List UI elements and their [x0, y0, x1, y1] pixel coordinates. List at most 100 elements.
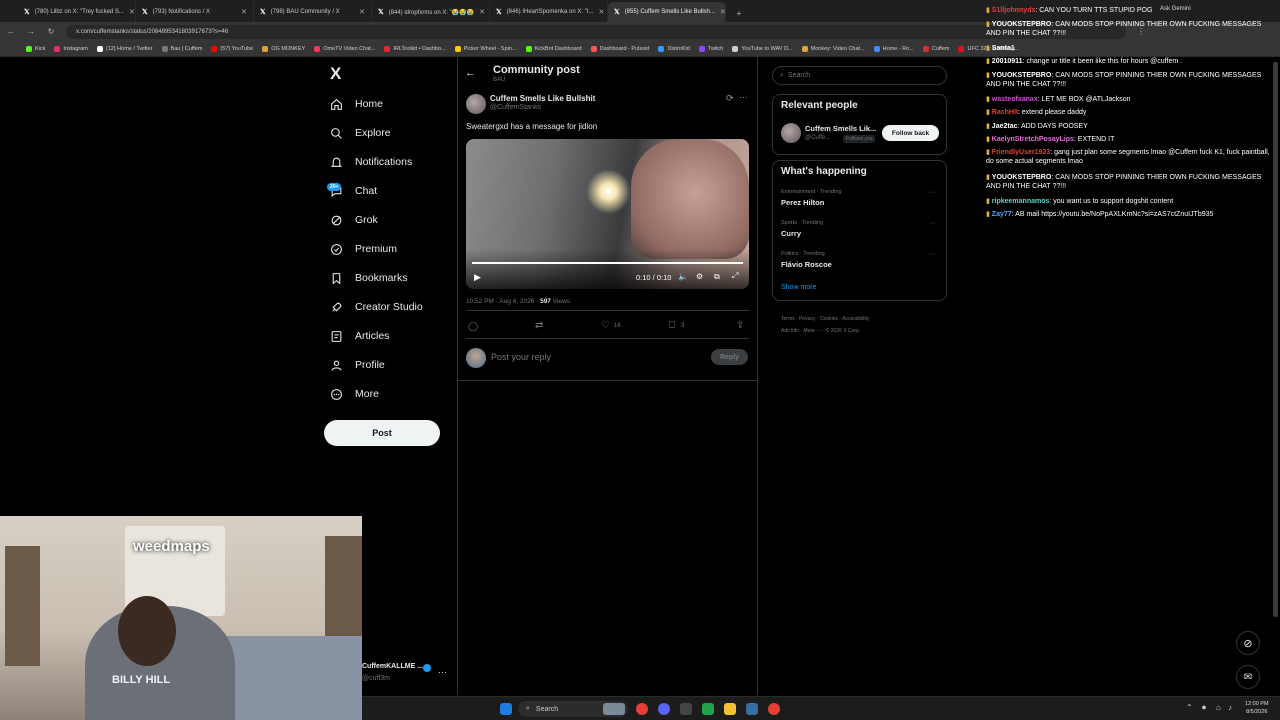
chat-username[interactable]: YOUOKSTEPBRO — [992, 21, 1052, 28]
avatar[interactable] — [466, 94, 486, 114]
bookmark-item[interactable]: IRLToolkit • Dashbo... — [384, 45, 446, 52]
discord-icon[interactable] — [658, 703, 670, 715]
chat-username[interactable]: 20010911 — [992, 58, 1023, 65]
close-icon[interactable]: ✕ — [129, 8, 135, 16]
show-more-link[interactable]: Show more — [781, 284, 816, 291]
nav-home[interactable]: Home — [329, 97, 383, 111]
community-name[interactable]: BAU — [493, 77, 505, 83]
browser-tab[interactable]: 𝕏 (780) Lilbz on X: "Trey fucked S... ✕ — [18, 2, 136, 22]
chrome-icon[interactable] — [768, 703, 780, 715]
forward-icon[interactable]: → — [26, 27, 36, 36]
back-icon[interactable]: ← — [6, 27, 16, 36]
browser-tab[interactable]: 𝕏 (798) BAU Community / X ✕ — [254, 2, 372, 22]
bookmark-item[interactable]: Home - Ro... — [873, 45, 914, 52]
video-player[interactable]: ▶ 0:10 / 0:10 🔈 ⚙ ⧉ ⤢ — [466, 139, 749, 289]
close-icon[interactable]: ✕ — [241, 8, 247, 16]
bookmark-item[interactable]: (12) Home / Twitter — [96, 45, 153, 52]
chrome-icon[interactable] — [636, 703, 648, 715]
close-icon[interactable]: ✕ — [359, 8, 365, 16]
network-icon[interactable]: ⌂ — [1216, 703, 1221, 712]
nav-grok[interactable]: Grok — [329, 213, 378, 227]
nav-creator-studio[interactable]: Creator Studio — [329, 300, 423, 314]
reply-button[interactable]: Reply — [711, 349, 748, 365]
clock[interactable]: 12:00 PM 8/5/2026 — [1245, 700, 1269, 716]
app-icon[interactable] — [680, 703, 692, 715]
reload-icon[interactable]: ↻ — [46, 27, 56, 36]
browser-tab[interactable]: 𝕏 (793) Notifications / X ✕ — [136, 2, 254, 22]
nav-premium[interactable]: Premium — [329, 242, 397, 256]
relevant-name[interactable]: Cuffem Smells Lik... — [805, 124, 876, 133]
back-arrow-icon[interactable]: ← — [465, 67, 476, 79]
video-track[interactable] — [472, 262, 743, 264]
settings-icon[interactable]: ⚙ — [696, 272, 703, 281]
chat-username[interactable]: Jae2tac — [992, 123, 1018, 130]
chat-username[interactable]: Santa1 — [992, 45, 1015, 52]
bookmark-item[interactable]: Twitch — [698, 45, 723, 52]
bookmark-item[interactable]: YouTube to WAV D... — [732, 45, 793, 52]
messages-float-icon[interactable]: ✉ — [1236, 665, 1260, 689]
account-menu-icon[interactable]: ··· — [438, 667, 447, 677]
trend-name[interactable]: Curry — [781, 229, 801, 238]
close-icon[interactable]: ✕ — [598, 8, 604, 16]
app-icon[interactable] — [702, 703, 714, 715]
new-tab-icon[interactable]: + — [734, 9, 744, 18]
bookmark-item[interactable]: DistroKid — [658, 45, 690, 52]
grok-explain-icon[interactable]: ⟳ — [726, 93, 734, 104]
bookmark-icon[interactable]: ⎕ — [669, 320, 675, 331]
post-more-icon[interactable]: ··· — [739, 92, 748, 102]
repost-icon[interactable]: ⇄ — [535, 320, 543, 331]
bookmark-item[interactable]: Picker Wheel - Spin... — [454, 45, 517, 52]
follow-back-button[interactable]: Follow back — [882, 125, 939, 141]
chat-username[interactable]: YOUOKSTEPBRO — [992, 174, 1052, 181]
x-logo[interactable]: X — [330, 64, 341, 84]
bookmark-item[interactable]: KickBot Dashboard — [525, 45, 582, 52]
search-highlight-icon[interactable] — [603, 703, 625, 715]
bookmark-item[interactable]: (57) YouTube — [211, 45, 253, 52]
reply-input[interactable]: Post your reply — [491, 352, 551, 362]
steam-icon[interactable] — [746, 703, 758, 715]
reply-icon[interactable]: ◯ — [468, 321, 478, 332]
footer-link[interactable]: Privacy — [799, 316, 815, 322]
search-input[interactable]: ⌕ Search — [772, 66, 947, 85]
chat-username[interactable]: YOUOKSTEPBRO — [992, 72, 1052, 79]
browser-tab-active[interactable]: 𝕏 (855) Cuffem Smells Like Bullsh... ✕ — [608, 2, 726, 22]
relevant-handle[interactable]: @Cuffe... — [805, 135, 830, 141]
fullscreen-icon[interactable]: ⤢ — [732, 271, 738, 281]
chat-username[interactable]: RachHII — [992, 109, 1018, 116]
bookmark-item[interactable]: Instagram — [54, 45, 88, 52]
post-button[interactable]: Post — [324, 420, 440, 446]
browser-tab[interactable]: 𝕏 (846) IHeartSpomenka on X: "I... ✕ — [490, 2, 608, 22]
bookmark-item[interactable]: Bau | Cuffem — [161, 45, 202, 52]
trend-name[interactable]: Flávio Roscoe — [781, 260, 832, 269]
nav-notifications[interactable]: Notifications — [329, 155, 412, 169]
grok-float-icon[interactable]: ⊘ — [1236, 631, 1260, 655]
pip-icon[interactable]: ⧉ — [714, 272, 720, 282]
bookmark-item[interactable]: Dashboard - Pulsoid — [590, 45, 649, 52]
scrollbar[interactable] — [1273, 62, 1278, 617]
timestamp[interactable]: 10:52 PM · Aug 4, 2026 · — [466, 298, 540, 305]
nav-explore[interactable]: Explore — [329, 126, 391, 140]
volume-icon[interactable]: ♪ — [1228, 703, 1232, 712]
nav-profile[interactable]: Profile — [329, 358, 385, 372]
trend-more-icon[interactable]: ··· — [929, 189, 936, 196]
footer-link[interactable]: Accessibility — [842, 316, 869, 322]
footer-link[interactable]: Terms — [781, 316, 795, 322]
footer-link[interactable]: More ··· — [804, 328, 822, 334]
chat-username[interactable]: Zay77 — [992, 211, 1012, 218]
trend-more-icon[interactable]: ··· — [929, 251, 936, 258]
bookmark-item[interactable]: Kick — [26, 45, 45, 52]
account-name[interactable]: CuffemKALLME ... — [362, 663, 423, 670]
trend-name[interactable]: Perez Hilton — [781, 198, 824, 207]
volume-icon[interactable]: 🔈 — [678, 272, 688, 281]
close-icon[interactable]: ✕ — [479, 8, 485, 16]
chat-username[interactable]: S1lljohnnyds — [992, 7, 1036, 14]
trend-more-icon[interactable]: ··· — [929, 220, 936, 227]
nav-more[interactable]: More — [329, 387, 379, 401]
tray-chevron-icon[interactable]: ⌃ — [1186, 703, 1193, 712]
folder-icon[interactable] — [724, 703, 736, 715]
footer-link[interactable]: Ads info — [781, 328, 799, 334]
chat-username[interactable]: ripkeemannamos — [992, 198, 1050, 205]
close-icon[interactable]: ✕ — [720, 8, 725, 16]
bookmark-item[interactable]: OmeTV Video Chat... — [314, 45, 375, 52]
url-field[interactable]: x.com/cuffemstanks/status/20848953418039… — [66, 24, 1126, 39]
